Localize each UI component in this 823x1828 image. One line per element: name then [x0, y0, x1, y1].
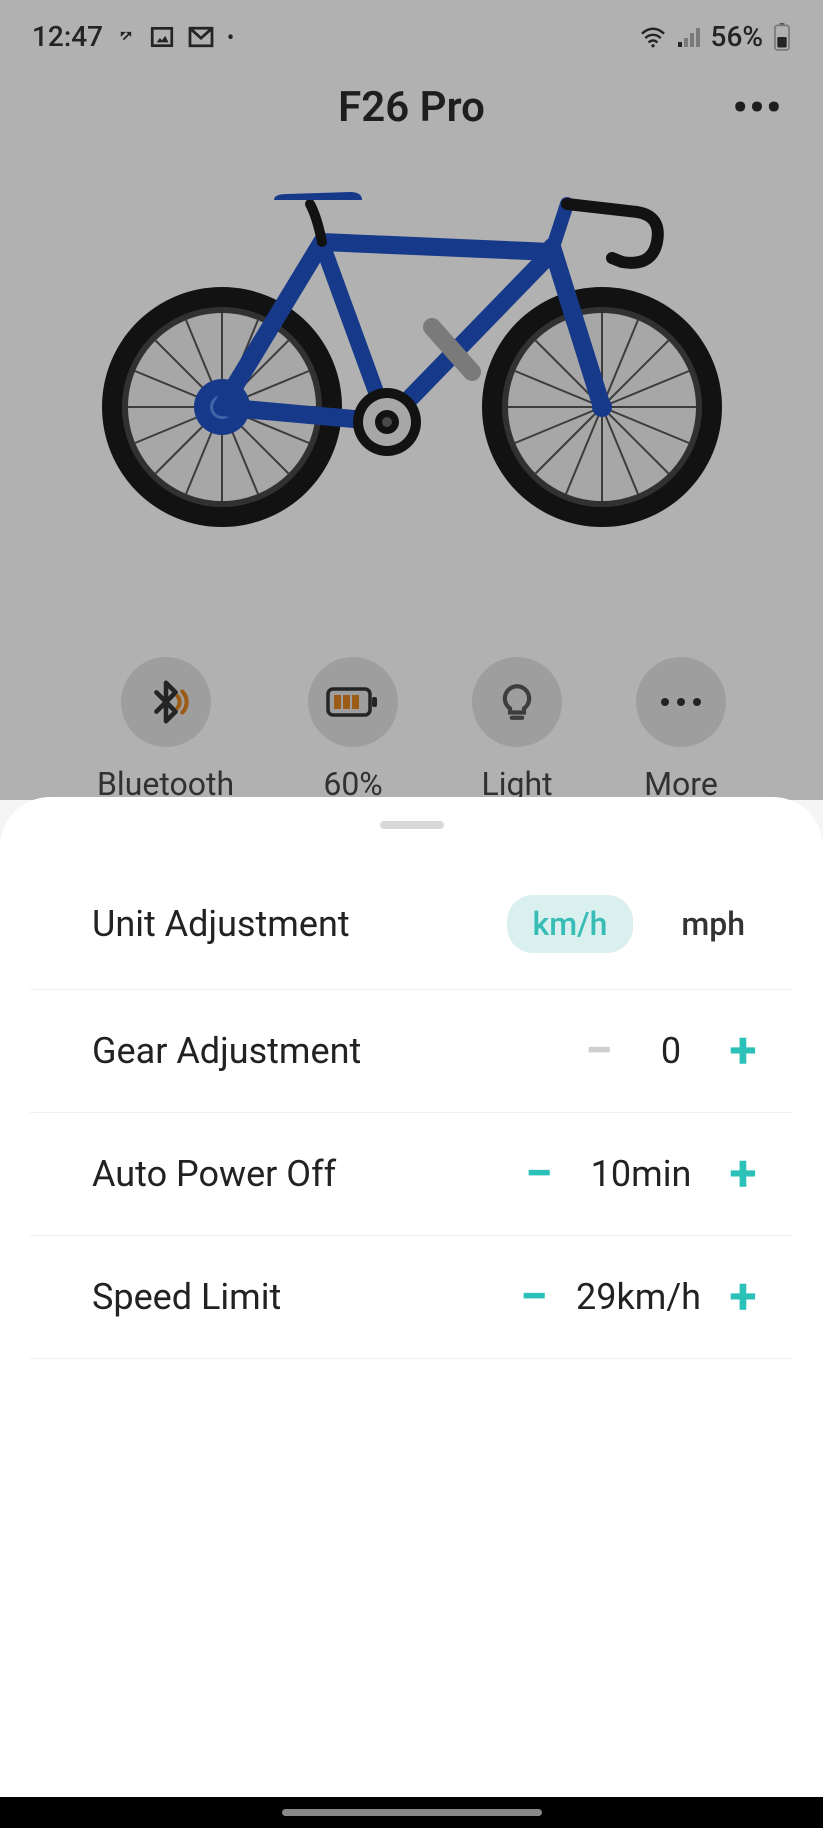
more-button[interactable]: More	[636, 657, 726, 803]
status-bar: 12:47 • 56%	[0, 0, 823, 73]
unit-kmh-option[interactable]: km/h	[507, 895, 634, 953]
unit-mph-option[interactable]: mph	[663, 895, 763, 953]
bluetooth-icon	[121, 657, 211, 747]
light-icon	[472, 657, 562, 747]
page-title: F26 Pro	[338, 83, 485, 132]
auto-power-plus-button[interactable]: +	[723, 1149, 763, 1199]
gear-plus-button[interactable]: +	[723, 1026, 763, 1076]
sync-icon	[115, 26, 137, 48]
gear-adjustment-label: Gear Adjustment	[92, 1030, 361, 1072]
speed-limit-plus-button[interactable]: +	[723, 1272, 763, 1322]
speed-limit-minus-button[interactable]: −	[514, 1272, 554, 1322]
more-icon	[636, 657, 726, 747]
speed-limit-label: Speed Limit	[92, 1276, 281, 1318]
unit-adjustment-label: Unit Adjustment	[92, 903, 350, 945]
light-button[interactable]: Light	[472, 657, 562, 803]
auto-power-off-row: Auto Power Off − 10min +	[30, 1113, 793, 1236]
unit-adjustment-row: Unit Adjustment km/h mph	[30, 859, 793, 990]
bike-illustration	[0, 152, 823, 612]
more-options-button[interactable]: •••	[733, 84, 783, 131]
auto-power-off-label: Auto Power Off	[92, 1153, 336, 1195]
gear-minus-button[interactable]: −	[579, 1026, 619, 1076]
battery-icon	[773, 23, 791, 51]
signal-icon	[677, 26, 701, 48]
header: F26 Pro •••	[0, 73, 823, 152]
auto-power-minus-button[interactable]: −	[519, 1149, 559, 1199]
image-icon	[149, 24, 175, 50]
dot-icon: •	[227, 25, 234, 49]
mail-icon	[187, 26, 215, 48]
battery-percent: 56%	[711, 20, 763, 53]
speed-limit-value: 29km/h	[576, 1276, 701, 1318]
sheet-drag-handle[interactable]	[380, 821, 444, 829]
wifi-icon	[639, 26, 667, 48]
speed-limit-row: Speed Limit − 29km/h +	[30, 1236, 793, 1359]
android-nav-bar	[0, 1797, 823, 1828]
gear-adjustment-row: Gear Adjustment − 0 +	[30, 990, 793, 1113]
bluetooth-button[interactable]: Bluetooth	[97, 657, 234, 803]
nav-gesture-handle[interactable]	[282, 1809, 542, 1816]
battery-level-icon	[308, 657, 398, 747]
status-time: 12:47	[32, 20, 103, 53]
gear-value: 0	[641, 1030, 701, 1072]
battery-button[interactable]: 60%	[308, 657, 398, 803]
auto-power-value: 10min	[581, 1153, 701, 1195]
settings-bottom-sheet: Unit Adjustment km/h mph Gear Adjustment…	[0, 797, 823, 1797]
